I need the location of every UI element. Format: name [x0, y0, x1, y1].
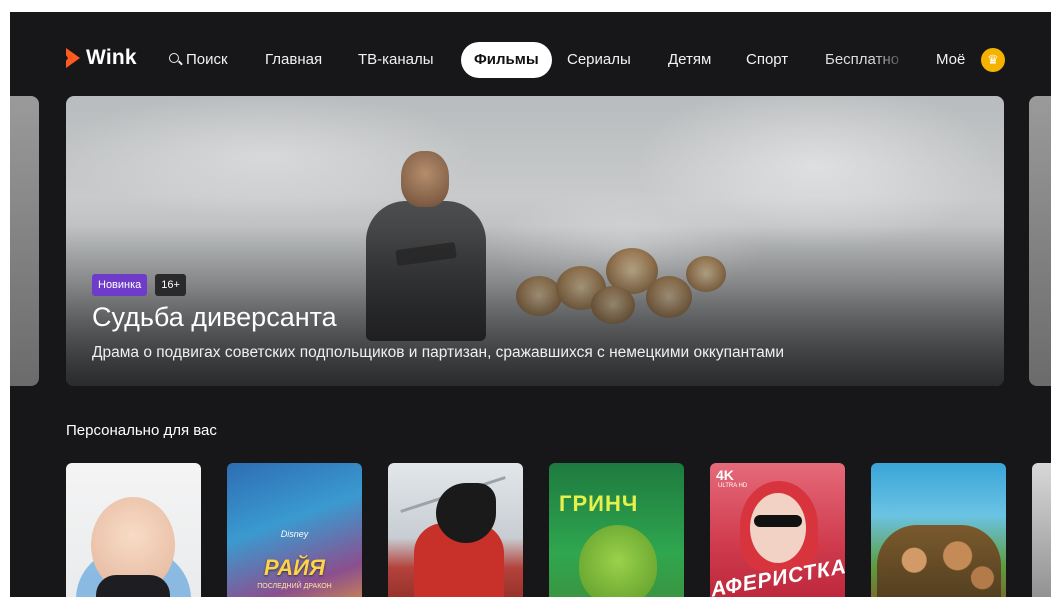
- hero-next-card[interactable]: [1029, 96, 1051, 386]
- nav-item-films[interactable]: Фильмы: [461, 42, 552, 78]
- search-icon: [169, 53, 179, 63]
- hero-title: Судьба диверсанта: [92, 302, 337, 332]
- wink-logo-icon: [61, 48, 80, 68]
- nav-search[interactable]: Поиск: [169, 42, 228, 78]
- nav-item-free[interactable]: Бесплатно: [825, 42, 910, 78]
- nav-item-home[interactable]: Главная: [265, 42, 322, 78]
- poster-title: ГРИНЧ: [559, 491, 639, 516]
- poster-boss-baby[interactable]: [66, 463, 201, 597]
- nav-item-sport[interactable]: Спорт: [746, 42, 788, 78]
- app-screen: Wink Поиск Главная ТВ-каналы Фильмы Сери…: [10, 12, 1051, 597]
- poster-raya[interactable]: Disney РАЙЯ ПОСЛЕДНИЙ ДРАКОН: [227, 463, 362, 597]
- 4k-badge: 4K: [716, 467, 734, 483]
- nav-item-series[interactable]: Сериалы: [567, 42, 631, 78]
- nav-search-label: Поиск: [186, 51, 228, 68]
- poster-title: РАЙЯ: [263, 555, 326, 580]
- crown-icon[interactable]: ♛: [981, 48, 1005, 72]
- poster-aferistka[interactable]: 4K ULTRA HD АФЕРИСТКА: [710, 463, 845, 597]
- nav-item-tv-channels[interactable]: ТВ-каналы: [358, 42, 434, 78]
- hero-tags: Новинка 16+: [92, 274, 186, 296]
- poster-brand: Disney: [280, 529, 309, 539]
- poster-croods[interactable]: [871, 463, 1006, 597]
- logo-text: Wink: [86, 46, 137, 69]
- hero-banner[interactable]: Новинка 16+ Судьба диверсанта Драма о по…: [66, 96, 1004, 386]
- age-rating-badge: 16+: [155, 274, 186, 296]
- section-title: Персонально для вас: [66, 422, 217, 439]
- hero-prev-card[interactable]: [10, 96, 39, 386]
- 4k-badge-sub: ULTRA HD: [718, 483, 748, 489]
- poster-subtitle: ПОСЛЕДНИЙ ДРАКОН: [257, 583, 332, 590]
- nav-item-mine[interactable]: Моё: [936, 42, 965, 78]
- wink-logo[interactable]: Wink: [61, 46, 137, 70]
- top-nav: Wink Поиск Главная ТВ-каналы Фильмы Сери…: [10, 42, 1051, 78]
- poster-next-partial[interactable]: [1032, 463, 1051, 597]
- hero-description: Драма о подвигах советских подпольщиков …: [92, 344, 785, 361]
- poster-grinch[interactable]: ГРИНЧ: [549, 463, 684, 597]
- new-badge: Новинка: [92, 274, 148, 296]
- nav-item-kids[interactable]: Детям: [668, 42, 711, 78]
- poster-mulan[interactable]: [388, 463, 523, 597]
